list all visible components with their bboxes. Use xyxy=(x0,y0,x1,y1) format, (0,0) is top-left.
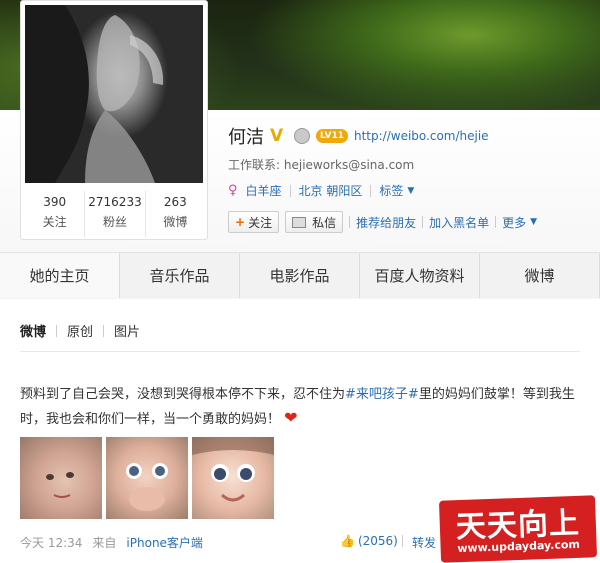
site-watermark: 天天向上 www.updayday.com xyxy=(438,495,598,563)
post-image[interactable] xyxy=(192,437,274,519)
post-text-before: 预料到了自己会哭，没想到哭得根本停不下来，忍不住为 xyxy=(20,387,346,402)
post-time[interactable]: 今天 12:34 xyxy=(20,534,82,551)
divider xyxy=(370,184,372,197)
message-icon xyxy=(292,216,307,228)
tab-music[interactable]: 音乐作品 xyxy=(120,253,240,298)
subtab-weibo[interactable]: 微博 xyxy=(20,321,46,340)
divider xyxy=(103,324,105,337)
follow-label: 关注 xyxy=(248,215,273,230)
post-via-link[interactable]: iPhone客户端 xyxy=(126,536,203,550)
post-hashtag[interactable]: #来吧孩子# xyxy=(345,387,419,402)
v-verified-icon[interactable]: V xyxy=(270,128,288,145)
divider xyxy=(422,216,424,228)
stat-posts[interactable]: 263 微博 xyxy=(146,191,205,237)
post-text: 预料到了自己会哭，没想到哭得根本停不下来，忍不住为#来吧孩子#里的妈妈们鼓掌！等… xyxy=(20,383,580,431)
caret-down-icon[interactable]: ▼ xyxy=(530,217,537,227)
post-images xyxy=(20,437,274,519)
baby-photo-2 xyxy=(126,463,168,511)
post-meta: 今天 12:34 来自 iPhone客户端 xyxy=(20,534,203,551)
profile-name: 何洁 xyxy=(228,127,264,148)
divider xyxy=(289,184,291,197)
feed-subtabs: 微博 原创 图片 xyxy=(20,321,140,340)
plus-icon: + xyxy=(235,215,246,229)
message-label: 私信 xyxy=(312,215,337,230)
post-via-prefix: 来自 xyxy=(92,536,117,550)
profile-url[interactable]: http://weibo.com/hejie xyxy=(354,129,489,143)
stat-following-count: 390 xyxy=(43,195,67,209)
tab-weibo[interactable]: 微博 xyxy=(480,253,600,298)
profile-name-row: 何洁 V LV11 http://weibo.com/hejie xyxy=(228,123,489,149)
stat-followers-count: 2716233 xyxy=(88,195,142,209)
stat-followers[interactable]: 2716233 粉丝 xyxy=(85,191,146,237)
divider xyxy=(402,535,403,547)
club-icon[interactable] xyxy=(294,128,310,144)
profile-stats: 390 关注 2716233 粉丝 263 微博 xyxy=(25,191,205,237)
subtab-original[interactable]: 原创 xyxy=(67,321,93,340)
contact-label: 工作联系: xyxy=(228,158,281,172)
tab-baidu-profile[interactable]: 百度人物资料 xyxy=(360,253,480,298)
tab-movies[interactable]: 电影作品 xyxy=(240,253,360,298)
divider xyxy=(56,324,58,337)
profile-tabs: 她的主页 音乐作品 电影作品 百度人物资料 微博 xyxy=(0,252,600,298)
post-image[interactable] xyxy=(20,437,102,519)
stat-following[interactable]: 390 关注 xyxy=(25,191,86,237)
repost-button[interactable]: 转发 xyxy=(412,534,436,551)
like-count: (2056) xyxy=(357,534,398,548)
follow-button[interactable]: + 关注 xyxy=(228,211,280,233)
female-icon: ♀ xyxy=(228,183,238,198)
vip-icon[interactable]: LV11 xyxy=(316,129,348,143)
zodiac-link[interactable]: 白羊座 xyxy=(246,182,282,199)
heart-icon: ❤ xyxy=(284,408,298,427)
info-row: ♀ 白羊座 北京 朝阳区 标签 ▼ xyxy=(228,182,414,199)
more-link[interactable]: 更多 xyxy=(502,214,526,231)
stat-following-label: 关注 xyxy=(42,215,67,229)
stat-posts-label: 微博 xyxy=(163,215,188,229)
like-button[interactable]: 👍 (2056) xyxy=(340,534,398,548)
tags-link[interactable]: 标签 xyxy=(379,182,403,199)
blacklist-link[interactable]: 加入黑名单 xyxy=(429,214,489,231)
recommend-link[interactable]: 推荐给朋友 xyxy=(356,214,416,231)
baby-photo-3 xyxy=(192,437,274,502)
divider xyxy=(495,216,497,228)
avatar-card: 390 关注 2716233 粉丝 263 微博 xyxy=(20,0,208,240)
contact-row: 工作联系: hejieworks@sina.com xyxy=(228,156,414,173)
thumbs-up-icon: 👍 xyxy=(340,534,355,548)
avatar-silhouette xyxy=(25,5,164,183)
stat-posts-count: 263 xyxy=(163,195,187,209)
divider xyxy=(20,351,580,352)
divider xyxy=(349,216,351,228)
action-row: + 关注 私信 推荐给朋友 加入黑名单 更多 ▼ xyxy=(228,211,537,233)
post-image[interactable] xyxy=(106,437,188,519)
tab-home[interactable]: 她的主页 xyxy=(0,253,120,298)
contact-email: hejieworks@sina.com xyxy=(283,158,415,172)
message-button[interactable]: 私信 xyxy=(285,211,344,233)
avatar[interactable] xyxy=(25,5,203,183)
stat-followers-label: 粉丝 xyxy=(102,215,127,229)
baby-photo-1 xyxy=(20,437,102,519)
subtab-pictures[interactable]: 图片 xyxy=(114,321,140,340)
caret-down-icon[interactable]: ▼ xyxy=(407,186,414,196)
location-link[interactable]: 北京 朝阳区 xyxy=(299,182,363,199)
